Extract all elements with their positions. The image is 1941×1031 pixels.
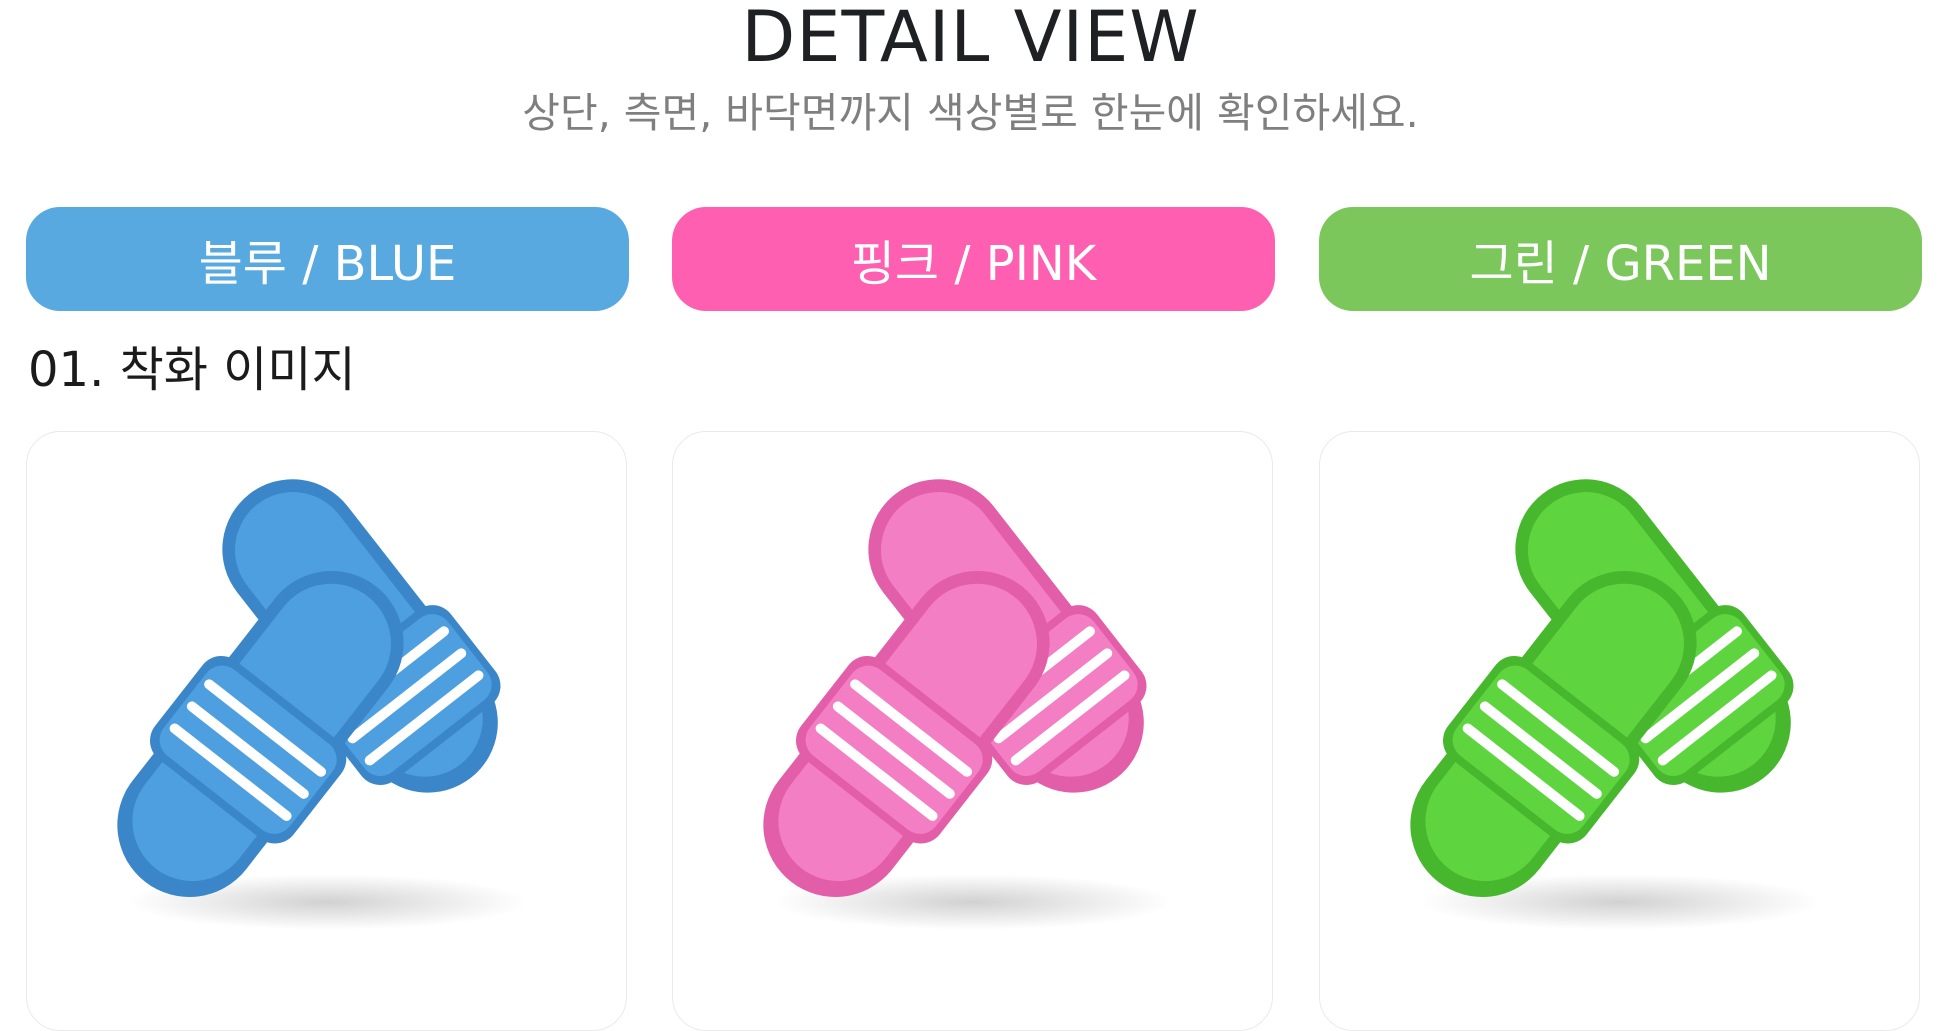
color-button-blue[interactable]: 블루 / BLUE bbox=[26, 207, 629, 311]
color-button-label: 블루 / BLUE bbox=[198, 236, 457, 292]
detail-view-page: DETAIL VIEW 상단, 측면, 바닥면까지 색상별로 한눈에 확인하세요… bbox=[0, 0, 1941, 1031]
product-card-pink[interactable] bbox=[672, 431, 1273, 1031]
color-button-label: 핑크 / PINK bbox=[850, 236, 1097, 292]
page-subtitle: 상단, 측면, 바닥면까지 색상별로 한눈에 확인하세요. bbox=[522, 89, 1419, 137]
pink-slipper-pair-image bbox=[763, 479, 1173, 930]
product-card-green[interactable] bbox=[1319, 431, 1920, 1031]
product-card-blue[interactable] bbox=[26, 431, 627, 1031]
section-heading: 01. 착화 이미지 bbox=[28, 342, 356, 398]
green-slipper-pair-image bbox=[1410, 479, 1820, 930]
color-button-pink[interactable]: 핑크 / PINK bbox=[672, 207, 1275, 311]
page-title: DETAIL VIEW bbox=[741, 0, 1200, 78]
color-button-label: 그린 / GREEN bbox=[1469, 236, 1772, 292]
color-button-green[interactable]: 그린 / GREEN bbox=[1319, 207, 1922, 311]
blue-slipper-pair-image bbox=[117, 479, 527, 930]
